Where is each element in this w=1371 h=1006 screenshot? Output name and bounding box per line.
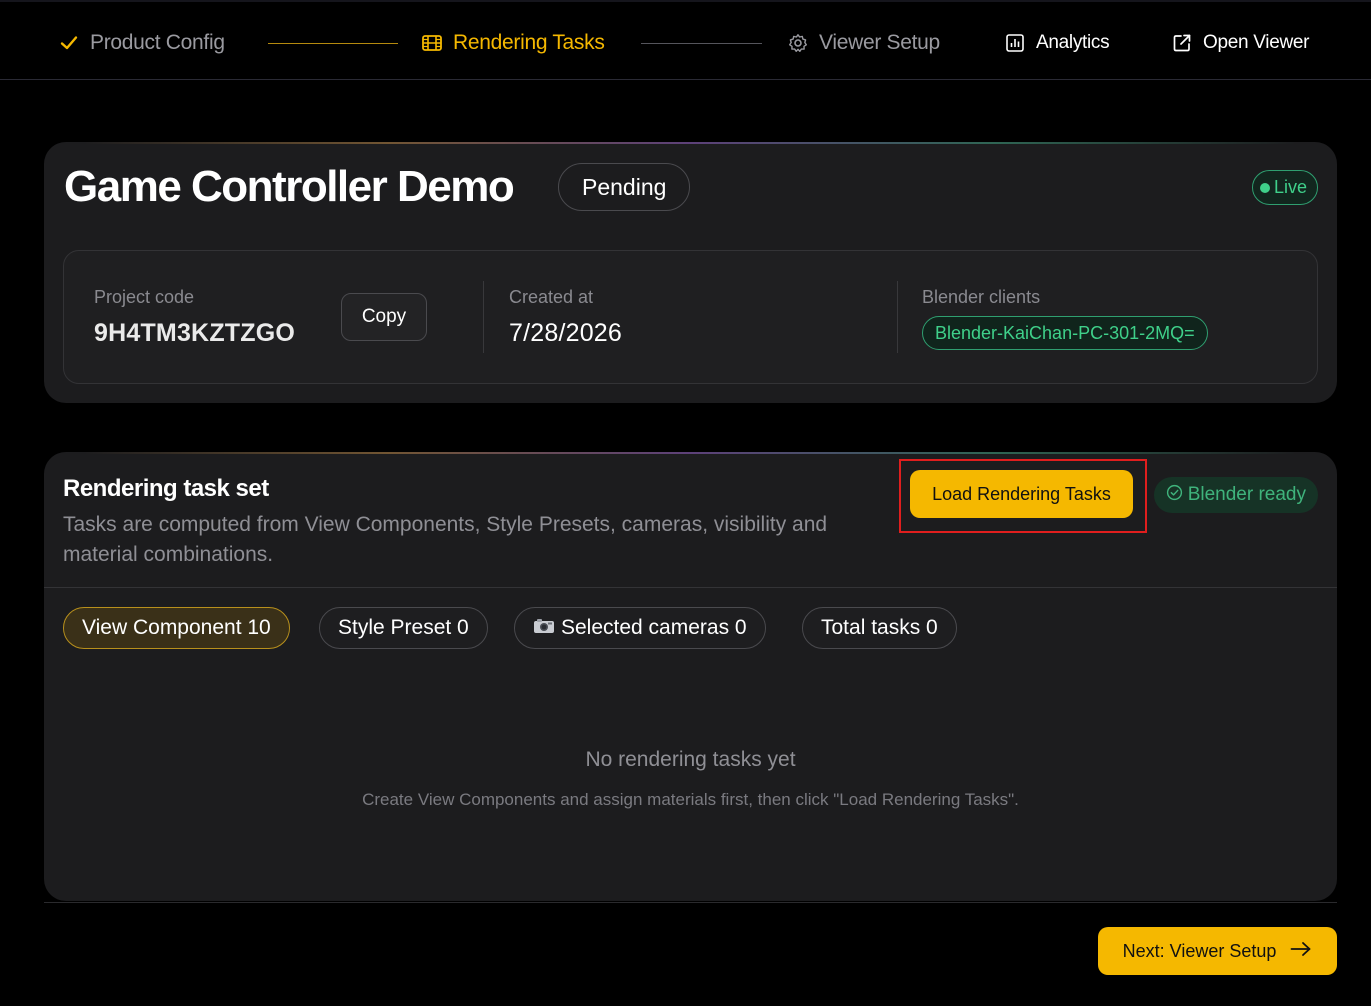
empty-state-title: No rendering tasks yet <box>585 748 796 771</box>
step-label: Rendering Tasks <box>453 31 605 54</box>
live-dot-icon <box>1259 182 1270 193</box>
live-badge: Live <box>1251 170 1318 205</box>
camera-icon <box>533 616 555 640</box>
chip-view-component[interactable]: View Component 10 <box>63 607 290 649</box>
chip-label: View Component 10 <box>82 616 271 639</box>
project-code-label: Project code <box>94 287 195 307</box>
blender-clients-label: Blender clients <box>922 287 1041 307</box>
blender-client-badge: Blender-KaiChan-PC-301-2MQ= <box>922 316 1208 350</box>
gear-icon <box>787 32 809 54</box>
next-button-label: Next: Viewer Setup <box>1122 940 1277 961</box>
created-at-value: 7/28/2026 <box>509 319 623 347</box>
step-label: Product Config <box>90 31 225 54</box>
top-nav: Product Config Rendering Tasks Viewer Se… <box>0 0 1371 80</box>
project-card: Game Controller Demo Pending Live Projec… <box>44 142 1337 403</box>
project-code-value: 9H4TM3KZTZGO <box>94 319 296 347</box>
analytics-link[interactable]: Analytics <box>1004 29 1110 57</box>
step-viewer-setup[interactable]: Viewer Setup <box>787 29 940 57</box>
divider <box>483 281 484 353</box>
divider <box>897 281 898 353</box>
divider <box>44 587 1337 588</box>
open-viewer-label: Open Viewer <box>1203 32 1310 53</box>
live-label: Live <box>1273 177 1307 197</box>
footer-divider <box>44 902 1337 903</box>
created-at-label: Created at <box>509 287 594 307</box>
step-rendering-tasks[interactable]: Rendering Tasks <box>421 29 605 57</box>
rendering-task-card: Rendering task set Tasks are computed fr… <box>44 452 1337 901</box>
bar-chart-icon <box>1004 32 1026 54</box>
check-icon <box>58 32 80 54</box>
load-rendering-tasks-button[interactable]: Load Rendering Tasks <box>910 470 1133 518</box>
step-connector <box>641 43 762 44</box>
chip-label: Style Preset 0 <box>338 616 469 639</box>
film-icon <box>421 32 443 54</box>
copy-button[interactable]: Copy <box>341 293 427 341</box>
open-viewer-link[interactable]: Open Viewer <box>1171 29 1310 57</box>
task-set-title: Rendering task set <box>63 475 269 502</box>
status-badge: Pending <box>558 163 691 211</box>
project-info-box: Project code 9H4TM3KZTZGO Copy Created a… <box>63 250 1318 384</box>
chip-label: Selected cameras 0 <box>561 616 747 639</box>
chip-style-preset[interactable]: Style Preset 0 <box>319 607 488 649</box>
check-circle-icon <box>1166 484 1183 507</box>
task-set-description: Tasks are computed from View Components,… <box>63 513 828 566</box>
step-label: Viewer Setup <box>819 31 940 54</box>
step-connector <box>268 43 398 44</box>
chip-label: Total tasks 0 <box>821 616 938 639</box>
chip-selected-cameras[interactable]: Selected cameras 0 <box>514 607 766 649</box>
external-link-icon <box>1171 32 1193 54</box>
chip-total-tasks[interactable]: Total tasks 0 <box>802 607 957 649</box>
empty-state-subtitle: Create View Components and assign materi… <box>362 790 1019 809</box>
project-title: Game Controller Demo <box>64 162 515 211</box>
next-viewer-setup-button[interactable]: Next: Viewer Setup <box>1098 927 1337 975</box>
arrow-right-icon <box>1290 941 1312 962</box>
step-product-config[interactable]: Product Config <box>58 29 225 57</box>
analytics-label: Analytics <box>1036 32 1110 53</box>
blender-ready-label: Blender ready <box>1187 484 1306 505</box>
blender-ready-badge: Blender ready <box>1153 477 1318 513</box>
